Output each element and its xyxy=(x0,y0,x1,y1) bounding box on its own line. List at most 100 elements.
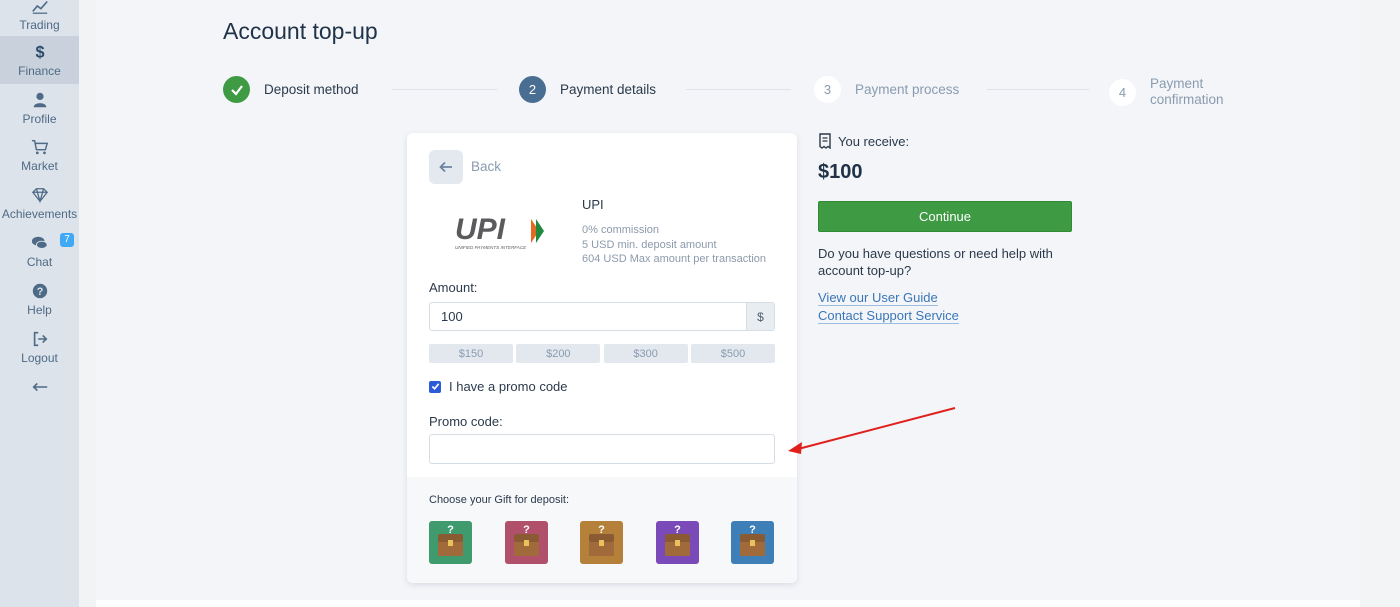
amount-field: $ xyxy=(429,302,775,331)
sidebar-item-achievements[interactable]: Achievements xyxy=(0,179,79,227)
max-amount-text: 604 USD Max amount per transaction xyxy=(582,253,767,265)
step-number: 2 xyxy=(519,76,546,103)
right-gutter xyxy=(1360,0,1400,607)
promo-label: Promo code: xyxy=(429,414,503,429)
step-label: Payment process xyxy=(855,81,960,97)
sidebar-item-market[interactable]: Market xyxy=(0,131,79,179)
chat-icon xyxy=(31,236,48,249)
step-payment-process: 3 Payment process xyxy=(814,76,959,103)
sidebar-item-help[interactable]: ? Help xyxy=(0,275,79,323)
sidebar-item-label: Finance xyxy=(18,63,61,78)
page-title: Account top-up xyxy=(223,18,378,44)
amount-input[interactable] xyxy=(430,303,746,330)
svg-text:$: $ xyxy=(35,43,44,61)
user-guide-link[interactable]: View our User Guide xyxy=(818,290,938,306)
gift-section: Choose your Gift for deposit: ? ? ? ? ? xyxy=(407,477,797,583)
treasure-chest-icon: ? xyxy=(505,521,548,564)
check-icon xyxy=(223,76,250,103)
chart-line-icon xyxy=(31,0,48,14)
gift-chest-4[interactable]: ? xyxy=(656,521,699,564)
support-link[interactable]: Contact Support Service xyxy=(818,308,959,324)
sidebar-item-label: Profile xyxy=(22,111,57,126)
sidebar-item-label: Logout xyxy=(21,350,58,365)
sidebar-item-profile[interactable]: Profile xyxy=(0,84,79,132)
gift-label: Choose your Gift for deposit: xyxy=(429,494,570,506)
sidebar-item-label: Help xyxy=(27,302,52,317)
svg-text:?: ? xyxy=(598,524,605,536)
help-text: Do you have questions or need help with … xyxy=(818,246,1053,278)
preset-500-button[interactable]: $500 xyxy=(690,344,775,363)
svg-text:UNIFIED PAYMENTS INTERFACE: UNIFIED PAYMENTS INTERFACE xyxy=(455,245,527,250)
arrow-left-icon xyxy=(32,382,47,391)
receipt-icon xyxy=(819,133,831,149)
treasure-chest-icon: ? xyxy=(580,521,623,564)
gift-chest-5[interactable]: ? xyxy=(731,521,774,564)
continue-button[interactable]: Continue xyxy=(818,201,1072,232)
step-label: Deposit method xyxy=(264,81,359,97)
commission-text: 0% commission xyxy=(582,224,660,236)
svg-text:?: ? xyxy=(749,524,756,536)
preset-300-button[interactable]: $300 xyxy=(603,344,688,363)
amount-label: Amount: xyxy=(429,280,478,295)
treasure-chest-icon: ? xyxy=(731,521,774,564)
sidebar-item-label: Achievements xyxy=(1,206,78,221)
svg-text:?: ? xyxy=(36,286,43,298)
step-label: Payment confirmation xyxy=(1150,76,1224,107)
min-deposit-text: 5 USD min. deposit amount xyxy=(582,238,717,251)
arrow-left-icon xyxy=(439,161,452,173)
sidebar-item-label: Trading xyxy=(19,17,60,32)
upi-logo: UPI UNIFIED PAYMENTS INTERFACE xyxy=(455,213,544,250)
back-label[interactable]: Back xyxy=(471,159,501,174)
promo-code-toggle[interactable]: I have a promo code xyxy=(429,379,568,394)
method-name: UPI xyxy=(582,197,604,212)
currency-addon: $ xyxy=(746,303,774,330)
amount-presets: $150 $200 $300 $500 xyxy=(429,344,775,363)
sidebar-collapse-button[interactable] xyxy=(0,364,79,412)
step-label: Payment details xyxy=(560,81,657,97)
sidebar-item-label: Market xyxy=(21,158,58,173)
cart-icon xyxy=(31,139,48,154)
promo-checkbox-label: I have a promo code xyxy=(449,379,568,394)
help-icon: ? xyxy=(32,283,47,298)
annotation-arrow xyxy=(788,407,956,454)
treasure-chest-icon: ? xyxy=(429,521,472,564)
sidebar-item-trading[interactable]: Trading xyxy=(0,0,79,38)
logout-icon xyxy=(33,331,47,346)
svg-text:?: ? xyxy=(523,524,530,536)
receive-amount: $100 xyxy=(818,161,863,183)
promo-code-input[interactable] xyxy=(429,434,775,464)
dollar-icon: $ xyxy=(35,43,44,61)
sidebar-item-chat[interactable]: Chat 7 xyxy=(0,227,79,275)
gift-chest-2[interactable]: ? xyxy=(505,521,548,564)
method-info: 0% commission 5 USD min. deposit amount … xyxy=(582,223,766,267)
step-deposit-method: Deposit method xyxy=(223,76,359,103)
left-gutter xyxy=(79,0,96,607)
payment-card: Back UPI UNIFIED PAYMENTS INTERFACE UPI … xyxy=(407,133,797,583)
back-button[interactable] xyxy=(429,150,463,184)
svg-text:?: ? xyxy=(447,524,454,536)
diamond-icon xyxy=(31,187,48,204)
treasure-chest-icon: ? xyxy=(656,521,699,564)
step-number: 4 xyxy=(1109,78,1136,106)
step-payment-details: 2 Payment details xyxy=(519,76,656,103)
step-connector xyxy=(392,89,497,90)
svg-text:?: ? xyxy=(674,524,681,536)
gift-chest-3[interactable]: ? xyxy=(580,521,623,564)
step-connector xyxy=(686,89,791,90)
svg-text:UPI: UPI xyxy=(455,213,506,246)
receive-row: You receive: xyxy=(818,133,909,149)
promo-checkbox[interactable] xyxy=(429,380,441,393)
receive-label: You receive: xyxy=(838,133,910,149)
sidebar: Trading $ Finance Profile Market Achieve… xyxy=(0,0,79,607)
user-icon xyxy=(33,92,46,107)
step-connector xyxy=(987,89,1089,90)
step-payment-confirmation: 4 Payment confirmation xyxy=(1109,76,1224,108)
checkmark-icon xyxy=(431,383,439,390)
gift-chest-1[interactable]: ? xyxy=(429,521,472,564)
sidebar-item-label: Chat xyxy=(26,254,53,269)
chat-count-badge: 7 xyxy=(60,233,74,247)
step-number: 3 xyxy=(814,76,841,103)
preset-150-button[interactable]: $150 xyxy=(429,344,513,363)
sidebar-item-finance[interactable]: $ Finance xyxy=(0,36,79,84)
preset-200-button[interactable]: $200 xyxy=(516,344,601,363)
